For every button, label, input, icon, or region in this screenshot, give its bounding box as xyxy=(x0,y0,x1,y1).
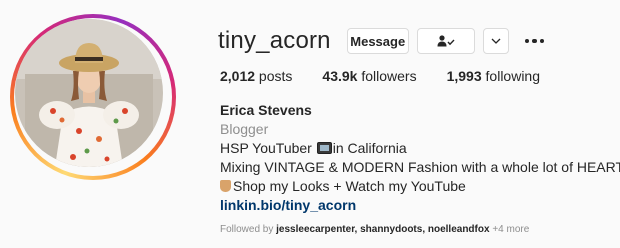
bio-line-3: Shop my Looks + Watch my YouTube xyxy=(220,177,620,196)
tv-icon xyxy=(316,142,332,154)
suggested-accounts-button[interactable] xyxy=(482,28,509,54)
bio-line-1-post: in California xyxy=(332,140,407,156)
full-name: Erica Stevens xyxy=(220,102,312,118)
bio-line-1: HSP YouTuber in California xyxy=(220,139,620,158)
followers-count: 43.9k xyxy=(322,68,358,84)
followed-by-more: +4 more xyxy=(489,224,530,235)
posts-label: posts xyxy=(255,68,293,84)
followed-by-names: jessleecarpenter, shannydoots, noelleand… xyxy=(276,224,490,235)
followed-by[interactable]: Followed by jessleecarpenter, shannydoot… xyxy=(220,224,529,235)
bio-line-2-text: Mixing VINTAGE & MODERN Fashion with a w… xyxy=(220,159,620,175)
bio-line-1-pre: HSP YouTuber xyxy=(220,140,316,156)
bio: Erica Stevens Blogger HSP YouTuber in Ca… xyxy=(220,101,620,215)
followers-stat[interactable]: 43.9k followers xyxy=(322,68,416,84)
category-label: Blogger xyxy=(220,121,269,137)
avatar[interactable] xyxy=(15,19,163,167)
following-stat[interactable]: 1,993 following xyxy=(447,68,540,84)
following-button[interactable] xyxy=(416,28,475,54)
pointing-down-hand-icon xyxy=(220,180,231,192)
posts-stat: 2,012 posts xyxy=(220,68,292,84)
profile-stats: 2,012 posts 43.9k followers 1,993 follow… xyxy=(220,68,570,84)
bio-line-2: Mixing VINTAGE & MODERN Fashion with a w… xyxy=(220,158,620,177)
avatar-photo xyxy=(15,19,163,167)
bio-line-3-text: Shop my Looks + Watch my YouTube xyxy=(233,178,466,194)
bio-link[interactable]: linkin.bio/tiny_acorn xyxy=(220,196,620,215)
more-options-icon[interactable] xyxy=(524,38,545,44)
profile-header: tiny_acorn Message xyxy=(218,26,545,56)
profile-avatar-ring[interactable] xyxy=(10,14,176,180)
username: tiny_acorn xyxy=(218,27,331,54)
following-label: following xyxy=(481,68,541,84)
person-check-icon xyxy=(437,35,455,47)
posts-count: 2,012 xyxy=(220,68,256,84)
message-button[interactable]: Message xyxy=(346,28,409,54)
followed-by-prefix: Followed by xyxy=(220,224,277,235)
chevron-down-icon xyxy=(491,38,501,44)
following-count: 1,993 xyxy=(446,68,482,84)
followers-label: followers xyxy=(357,68,417,84)
